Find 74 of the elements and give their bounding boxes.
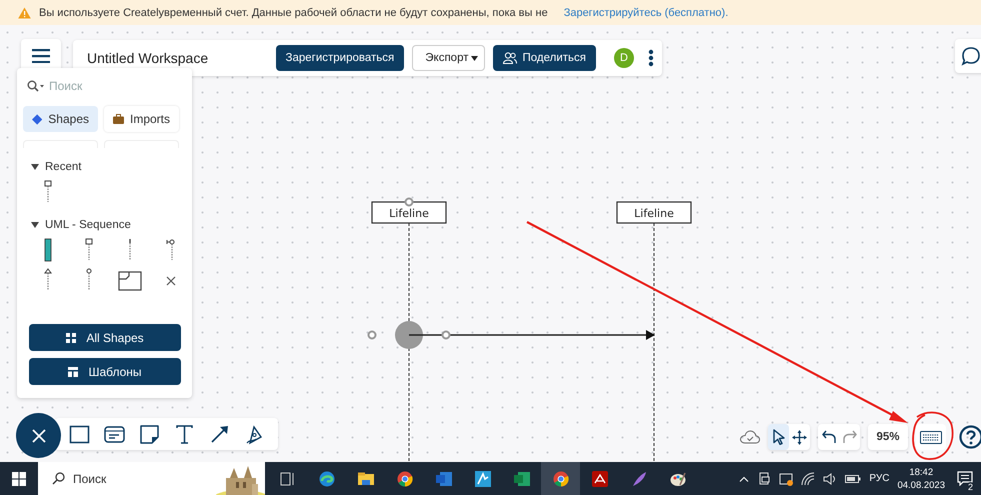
sticky-note-icon[interactable] xyxy=(139,424,160,444)
message-arrow[interactable] xyxy=(409,330,655,340)
close-icon xyxy=(32,428,46,442)
folder-icon[interactable] xyxy=(358,470,374,486)
zoom-level[interactable]: 95% xyxy=(868,424,908,450)
lifeline-box[interactable] xyxy=(371,201,447,224)
text-icon[interactable] xyxy=(174,424,195,444)
undo-icon[interactable] xyxy=(822,430,836,444)
help-icon[interactable] xyxy=(959,425,981,449)
workspace-title: Untitled Workspace xyxy=(87,50,210,66)
lifeline-box[interactable] xyxy=(616,201,692,224)
handle-icon[interactable] xyxy=(442,330,450,340)
clock-time[interactable]: 18:42 xyxy=(909,466,934,478)
activation-point-icon[interactable] xyxy=(395,321,423,349)
browser-icon[interactable] xyxy=(396,470,412,486)
banner-text: Вы используете Createlyвременный счет. Данные рабочей области не будут сохранены, пока вы не xyxy=(39,6,548,18)
task-view-icon[interactable] xyxy=(280,470,296,486)
keyboard-icon xyxy=(920,430,942,444)
section-header[interactable]: Recent xyxy=(23,160,186,174)
keyboard-button[interactable] xyxy=(916,424,946,450)
pointer-icon xyxy=(772,429,786,445)
palette-icon[interactable] xyxy=(670,470,686,486)
browser-icon[interactable] xyxy=(552,470,568,486)
handle-icon[interactable] xyxy=(368,330,376,340)
volume-icon[interactable] xyxy=(823,472,838,486)
handle-icon[interactable] xyxy=(404,198,414,206)
move-icon xyxy=(792,430,807,444)
lifeline-label: Lifeline xyxy=(389,207,429,220)
briefcase-icon xyxy=(113,114,124,124)
panel-tab[interactable]: Imports xyxy=(104,106,179,132)
notification-count: 2 xyxy=(966,482,975,492)
wifi-icon[interactable] xyxy=(801,472,816,486)
cloud-saved-icon xyxy=(740,430,760,444)
lifeline-label: Lifeline xyxy=(634,207,674,220)
rectangle-icon[interactable] xyxy=(69,424,90,444)
tray-app-icon[interactable] xyxy=(757,472,772,486)
export-dropdown[interactable]: Экспорт xyxy=(412,45,486,71)
comment-icon xyxy=(961,46,981,66)
diamond-icon xyxy=(32,114,42,124)
pdf-app-icon[interactable] xyxy=(592,470,608,486)
menu-icon xyxy=(32,49,50,63)
spreadsheet-app-icon[interactable] xyxy=(514,470,530,486)
warning-icon xyxy=(18,6,31,18)
register-link[interactable]: Зарегистрируйтесь (бесплатно). xyxy=(564,6,728,18)
caret-icon xyxy=(471,56,478,60)
feather-icon[interactable] xyxy=(630,470,646,486)
redo-icon[interactable] xyxy=(842,430,856,444)
panel-tab[interactable]: Shapes xyxy=(23,106,98,132)
taskbar-search-field[interactable]: Поиск xyxy=(38,462,265,495)
more-icon[interactable] xyxy=(648,49,654,67)
battery-icon[interactable] xyxy=(845,474,862,484)
close-button[interactable] xyxy=(16,413,61,458)
pen-icon[interactable] xyxy=(244,424,265,444)
arrow-icon[interactable] xyxy=(209,424,230,444)
language-indicator[interactable]: РУС xyxy=(869,473,890,484)
search-icon xyxy=(52,472,65,485)
app-icon[interactable] xyxy=(474,470,490,486)
search-icon xyxy=(27,80,45,92)
templates-button[interactable]: Шаблоны xyxy=(29,358,181,385)
card-icon[interactable] xyxy=(104,424,125,444)
template-icon xyxy=(68,366,78,376)
document-app-icon[interactable] xyxy=(436,470,452,486)
section-header[interactable]: UML - Sequence xyxy=(23,218,186,232)
share-button[interactable]: Поделиться xyxy=(493,45,596,71)
tray-app-icon[interactable] xyxy=(779,472,794,486)
people-icon xyxy=(503,52,518,64)
browser-icon[interactable] xyxy=(318,470,334,486)
grid-icon xyxy=(66,332,76,342)
chevron-up-icon[interactable] xyxy=(739,476,750,482)
windows-start-icon[interactable] xyxy=(12,472,26,486)
select-tool[interactable] xyxy=(768,424,789,450)
all-shapes-button[interactable]: All Shapes xyxy=(29,324,181,351)
register-button[interactable]: Зарегистрироваться xyxy=(276,45,404,71)
clock-date[interactable]: 04.08.2023 xyxy=(897,478,945,492)
